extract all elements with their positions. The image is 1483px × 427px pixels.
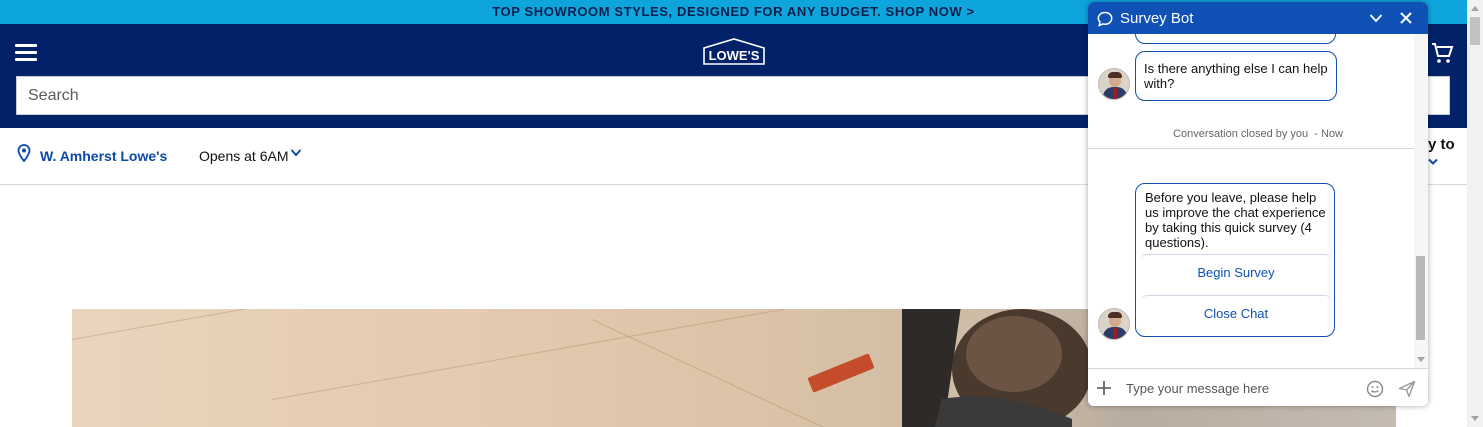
- chat-title: Survey Bot: [1120, 10, 1194, 27]
- begin-survey-button[interactable]: Begin Survey: [1141, 254, 1331, 290]
- lowes-logo[interactable]: LOWE'S: [700, 38, 768, 66]
- chat-scroll-down-arrow[interactable]: [1417, 357, 1425, 362]
- menu-icon[interactable]: [15, 44, 37, 61]
- minimize-icon[interactable]: [1369, 12, 1383, 24]
- promo-text[interactable]: TOP SHOWROOM STYLES, DESIGNED FOR ANY BU…: [492, 4, 975, 19]
- delivery-chevron-icon[interactable]: [1428, 158, 1438, 166]
- survey-prompt-text: Before you leave, please help us improve…: [1145, 190, 1326, 250]
- close-icon[interactable]: [1399, 11, 1413, 25]
- store-name-link[interactable]: W. Amherst Lowe's: [40, 148, 167, 164]
- bot-avatar: [1098, 68, 1130, 100]
- scroll-up-arrow[interactable]: [1471, 6, 1479, 11]
- chat-message-input[interactable]: [1126, 377, 1356, 399]
- chat-scroll-thumb[interactable]: [1416, 256, 1425, 340]
- delivery-label[interactable]: y to: [1428, 136, 1455, 153]
- plus-icon[interactable]: [1096, 380, 1112, 396]
- chat-bubble-icon: [1097, 11, 1113, 27]
- close-chat-button[interactable]: Close Chat: [1141, 295, 1331, 331]
- logo-text: LOWE'S: [709, 48, 760, 63]
- previous-message-bubble: [1135, 34, 1336, 44]
- send-icon[interactable]: [1398, 380, 1416, 398]
- scroll-thumb[interactable]: [1470, 17, 1480, 45]
- chat-transcript[interactable]: Is there anything else I can help with? …: [1088, 34, 1428, 368]
- location-pin-icon: [17, 144, 31, 162]
- bot-avatar: [1098, 308, 1130, 340]
- cart-icon[interactable]: [1430, 41, 1454, 65]
- chat-widget: Survey Bot Is there anything else I can …: [1088, 2, 1428, 406]
- survey-bubble: Before you leave, please help us improve…: [1135, 183, 1335, 337]
- page-scrollbar[interactable]: [1467, 0, 1483, 427]
- flooring-shim: [807, 353, 875, 393]
- emoji-icon[interactable]: [1366, 380, 1384, 398]
- divider: [1088, 148, 1414, 149]
- scroll-down-arrow[interactable]: [1471, 416, 1479, 421]
- chat-header: Survey Bot: [1088, 2, 1428, 34]
- chat-scrollbar[interactable]: [1414, 34, 1428, 368]
- message-bubble: Is there anything else I can help with?: [1135, 51, 1337, 101]
- message-text: Is there anything else I can help with?: [1144, 61, 1328, 91]
- conversation-closed-note: Conversation closed by you - Now: [1173, 128, 1343, 140]
- chevron-down-icon[interactable]: [290, 148, 302, 158]
- chat-input-bar: [1088, 368, 1428, 406]
- store-hours[interactable]: Opens at 6AM: [199, 148, 289, 164]
